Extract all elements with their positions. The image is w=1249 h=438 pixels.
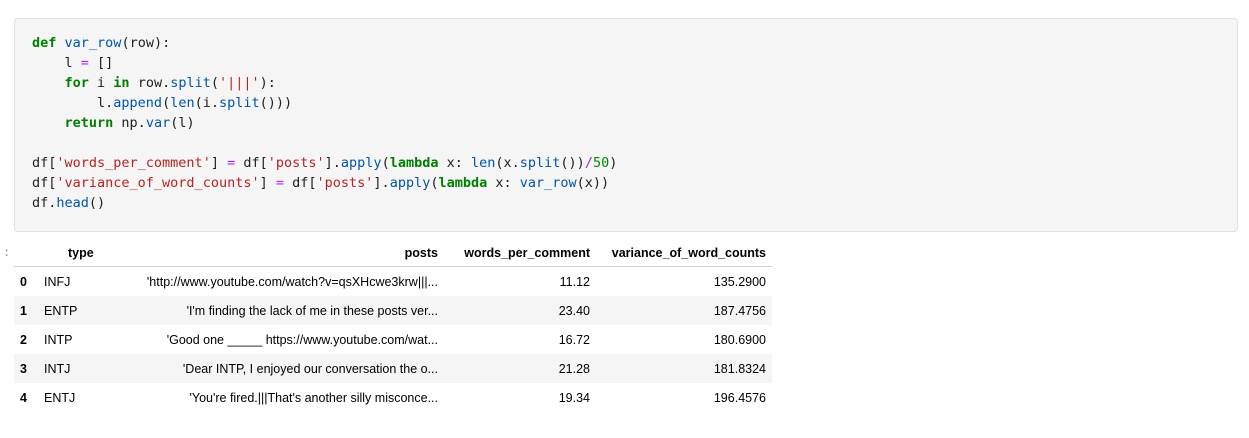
cell-type: ENTJ [44,390,76,405]
cell-words-per-comment: 23.40 [558,303,590,318]
table-header-row: type posts words_per_comment variance_of… [14,240,772,267]
cell-posts: 'Good one _____ https://www.youtube.com/… [166,332,438,347]
code-line: df.head() [32,195,106,211]
cell-variance: 181.8324 [713,361,766,376]
row-index: 1 [20,303,27,318]
code-line: for i in row.split('|||'): [64,75,276,91]
cell-words-per-comment: 19.34 [558,390,590,405]
code-line: def var_row(row): [32,35,171,51]
column-header-type: type [38,240,102,267]
cell-words-per-comment: 16.72 [558,332,590,347]
row-index: 3 [20,361,27,376]
table-row: 1 ENTP 'I'm finding the lack of me in th… [14,296,772,325]
cell-type: ENTP [44,303,78,318]
table-row: 2 INTP 'Good one _____ https://www.youtu… [14,325,772,354]
cell-variance: 196.4576 [713,390,766,405]
cell-words-per-comment: 11.12 [559,274,590,289]
row-index: 0 [20,274,27,289]
column-header-words-per-comment: words_per_comment [444,240,596,267]
cell-words-per-comment: 21.28 [558,361,590,376]
cell-posts: 'You're fired.|||That's another silly mi… [189,390,439,405]
cell-variance: 135.2900 [713,274,766,289]
cell-variance: 187.4756 [713,303,766,318]
row-index: 2 [20,332,27,347]
table-row: 0 INFJ 'http://www.youtube.com/watch?v=q… [14,267,772,297]
code-line: l = [] [32,55,114,71]
cell-variance: 180.6900 [713,332,766,347]
cell-type: INTP [44,332,73,347]
dataframe-output: type posts words_per_comment variance_of… [14,240,772,412]
code-cell[interactable]: def var_row(row): l = [] for i in row.sp… [14,18,1238,232]
cell-type: INFJ [44,274,71,289]
code-line: l.append(len(i.split())) [32,95,293,111]
code-line: df['variance_of_word_counts'] = df['post… [32,175,610,191]
output-prompt: : [3,245,11,259]
cell-posts: 'I'm finding the lack of me in these pos… [186,303,438,318]
cell-posts: 'Dear INTP, I enjoyed our conversation t… [182,361,438,376]
code-line: return np.var(l) [64,115,195,131]
cell-type: INTJ [44,361,71,376]
column-header-variance: variance_of_word_counts [596,240,772,267]
row-index: 4 [20,390,27,405]
code-block[interactable]: def var_row(row): l = [] for i in row.sp… [32,33,617,213]
column-header-posts: posts [102,240,444,267]
code-line: df['words_per_comment'] = df['posts'].ap… [32,155,618,171]
cell-posts: 'http://www.youtube.com/watch?v=qsXHcwe3… [146,274,438,289]
table-row: 3 INTJ 'Dear INTP, I enjoyed our convers… [14,354,772,383]
table-row: 4 ENTJ 'You're fired.|||That's another s… [14,383,772,412]
index-header [14,240,38,267]
